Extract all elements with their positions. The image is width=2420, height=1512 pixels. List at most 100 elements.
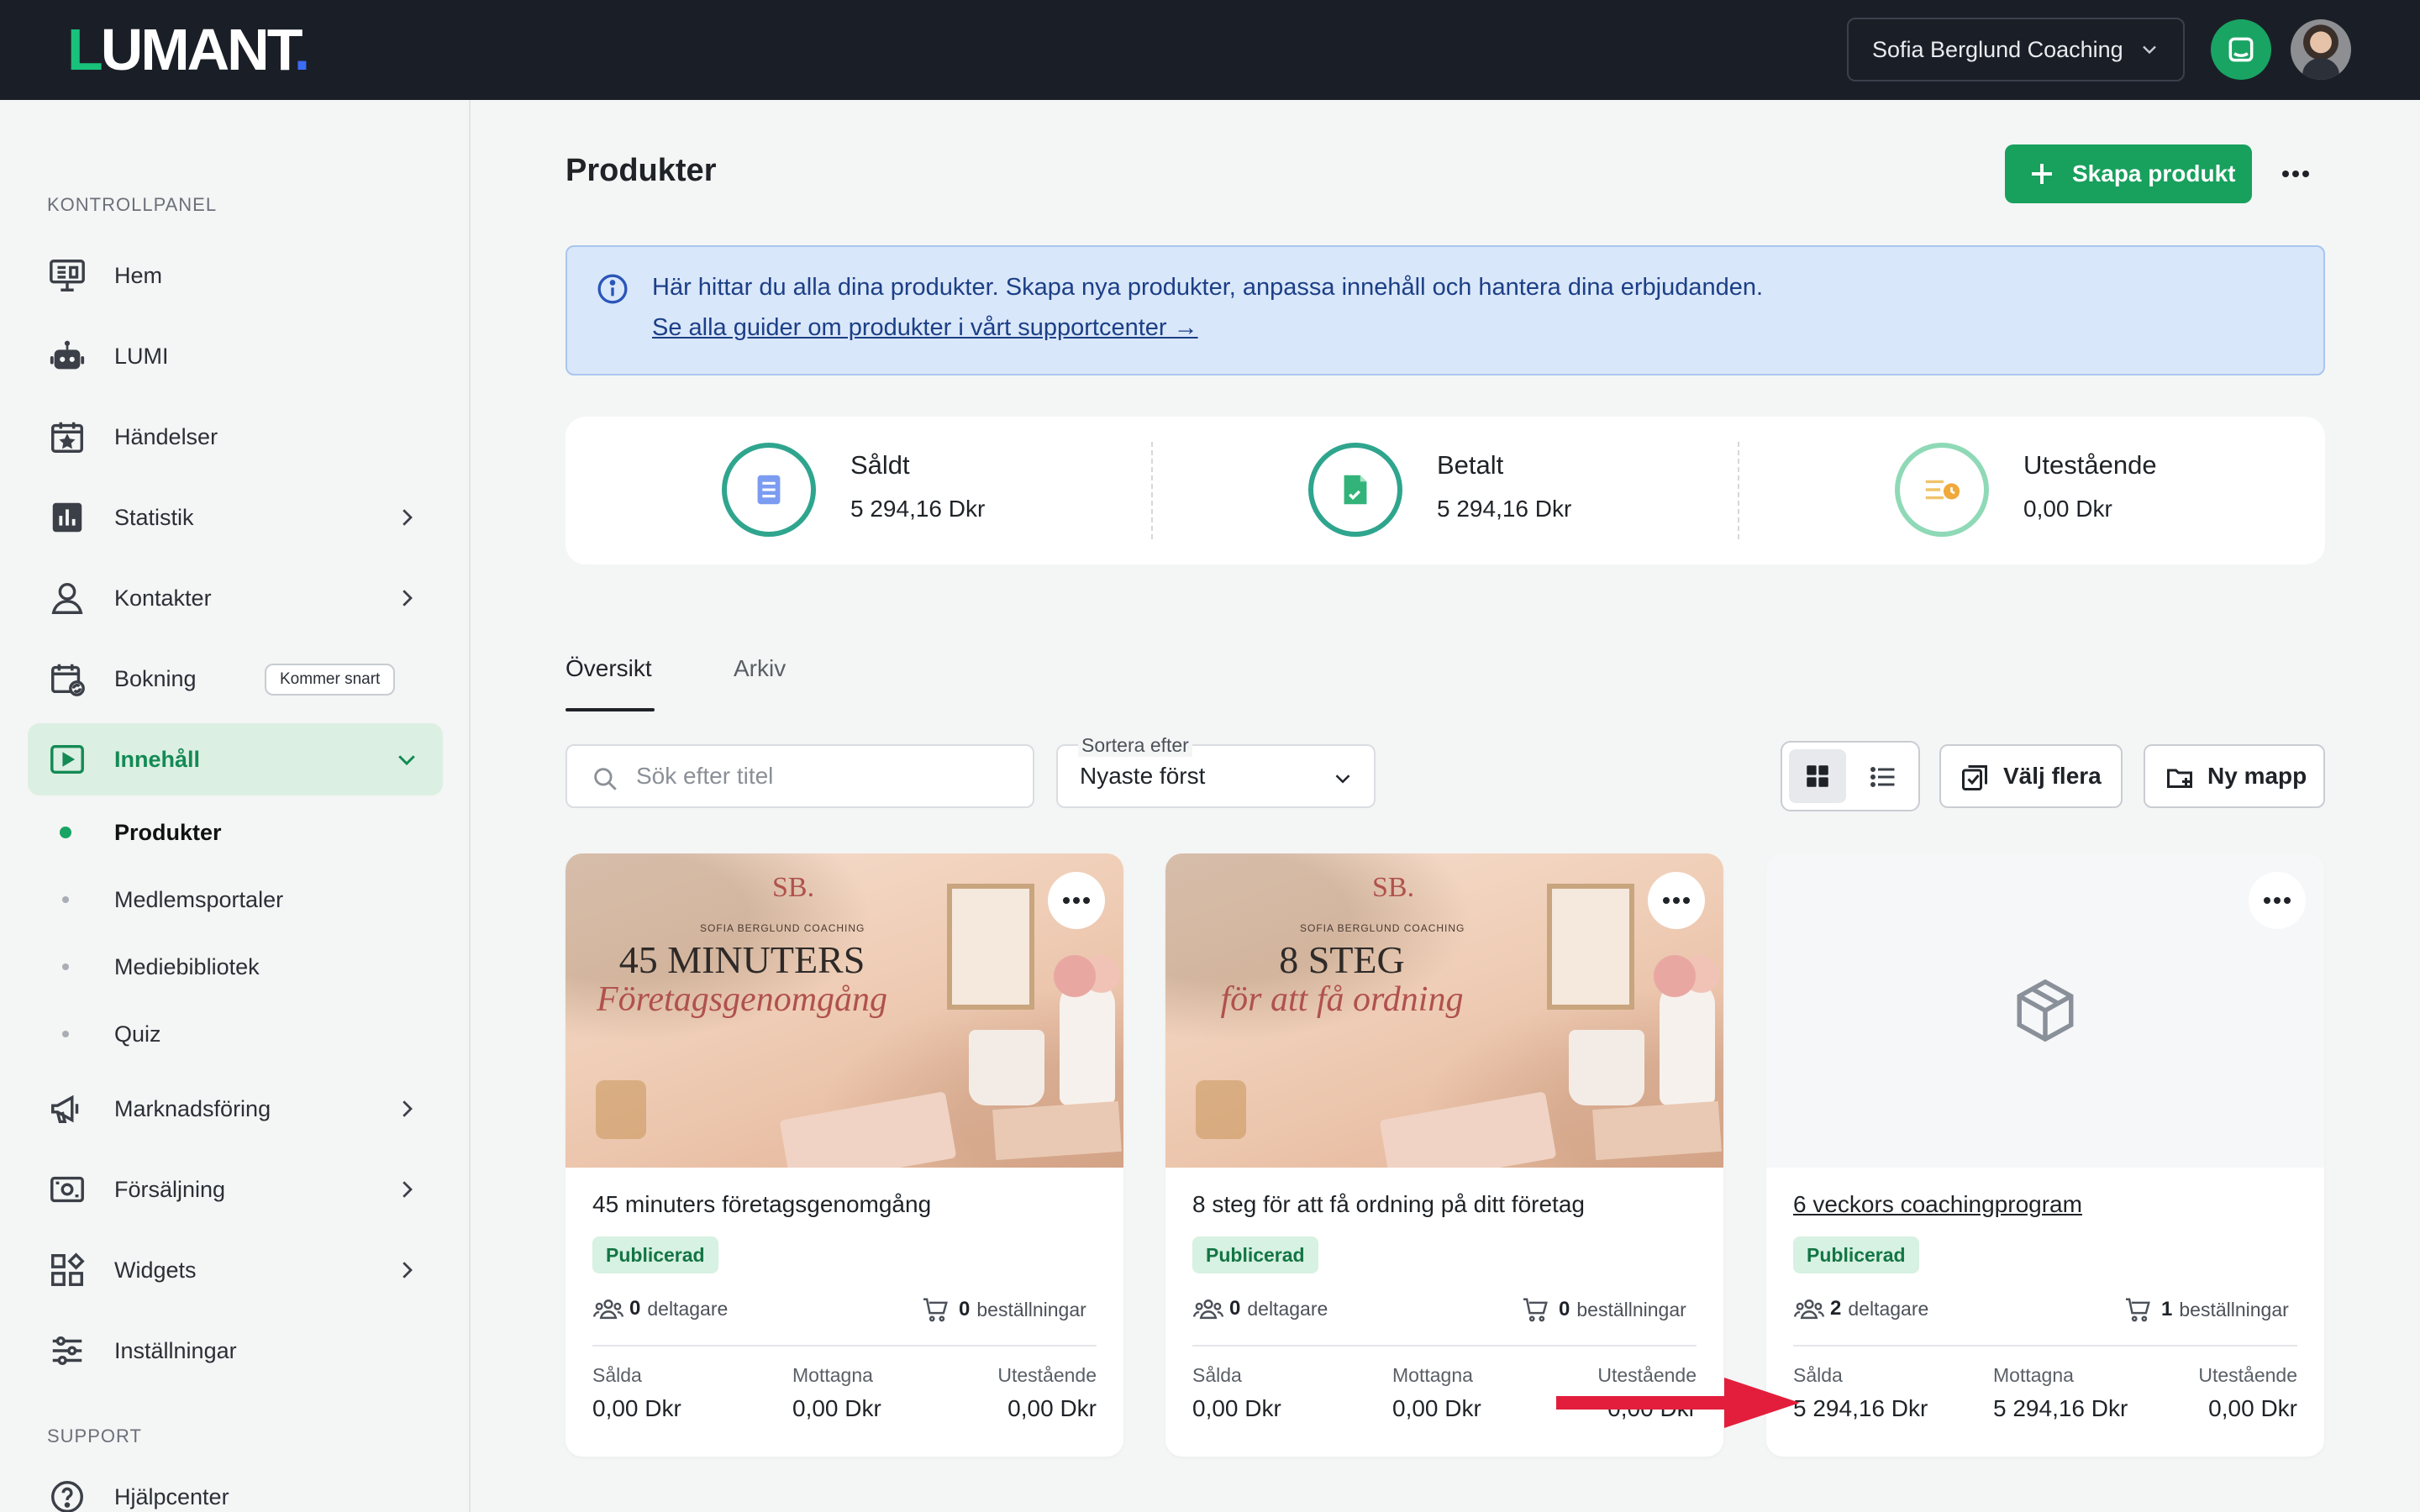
grid-view-button[interactable] [1789,749,1846,803]
sidebar-item-marketing[interactable]: Marknadsföring [28,1073,443,1145]
list-icon [1870,767,1895,787]
new-folder-button[interactable]: Ny mapp [2144,744,2325,808]
outstanding-column: Utestående0,00 Dkr [997,1364,1097,1421]
sliders-icon [52,1336,82,1366]
product-thumbnail [1766,853,2324,1168]
sort-caption: Sortera efter [1078,734,1192,757]
more-options-icon [1663,897,1690,904]
help-icon [51,1481,83,1512]
product-name[interactable]: 6 veckors coachingprogram [1793,1191,2082,1218]
sidebar-item-statistics[interactable]: Statistik [28,481,443,554]
sidebar-subitem-member-portals[interactable]: Medlemsportaler [62,874,432,925]
card-more-button[interactable] [1048,872,1105,929]
tab-archive[interactable]: Arkiv [734,655,786,682]
sidebar-subitem-quiz[interactable]: Quiz [62,1009,432,1059]
support-guides-link[interactable]: Se alla guider om produkter i vårt suppo… [652,314,1198,342]
product-name[interactable]: 8 steg för att få ordning på ditt företa… [1192,1191,1585,1218]
sidebar-item-sales[interactable]: Försäljning [28,1153,443,1226]
sidebar-item-events[interactable]: Händelser [28,401,443,473]
coming-soon-badge: Kommer snart [265,664,396,696]
view-toggle [1781,741,1920,811]
sort-select[interactable]: Sortera efter Nyaste först [1056,734,1376,808]
organization-select[interactable]: Sofia Berglund Coaching [1847,18,2185,81]
received-column: Mottagna 5 294,16 Dkr [1993,1364,2128,1421]
calendar-refresh-icon [51,664,85,696]
bullet-icon [62,1031,69,1037]
participants-count: 0 deltagare [1192,1297,1328,1320]
product-cover-image: SB. SOFIA BERGLUND COACHING 45 MINUTERS … [566,853,1123,1168]
status-badge: Publicerad [1192,1236,1318,1273]
sidebar-item-help-center[interactable]: Hjälpcenter [28,1461,443,1512]
sidebar-item-home[interactable]: Hem [28,239,443,312]
sidebar-item-content[interactable]: Innehåll [28,723,443,795]
participants-count: 0 deltagare [592,1297,728,1320]
plus-icon [2032,164,2052,184]
sort-value: Nyaste först [1080,763,1206,789]
chat-icon [2228,37,2254,62]
chevron-right-icon [402,590,413,606]
receipt-icon [757,475,781,505]
active-tab-indicator [566,708,655,711]
sidebar-item-booking[interactable]: Bokning Kommer snart [28,643,443,715]
lumant-logo[interactable]: LUMANT. [67,20,310,79]
paid-document-icon [1344,475,1367,505]
calendar-star-icon [51,422,83,453]
sold-column: Sålda 0,00 Dkr [592,1364,681,1421]
grid-icon [1807,765,1828,787]
select-multiple-button[interactable]: Välj flera [1939,744,2123,808]
stat-sold: Såldt 5 294,16 Dkr [566,417,1153,564]
cart-icon [1523,1298,1548,1322]
tab-overview[interactable]: Översikt [566,655,652,682]
status-badge: Publicerad [592,1236,718,1273]
bullet-icon [62,963,69,970]
annotation-arrow-icon [1556,1378,1800,1428]
create-product-button[interactable]: Skapa produkt [2005,144,2252,203]
robot-icon [50,340,85,370]
card-more-button[interactable] [1648,872,1705,929]
cash-icon [50,1176,84,1203]
top-bar: LUMANT. Sofia Berglund Coaching [0,0,2420,100]
sidebar-item-contacts[interactable]: Kontakter [28,562,443,634]
page-title: Produkter [566,153,717,188]
user-avatar[interactable] [2291,19,2351,80]
product-name[interactable]: 45 minuters företagsgenomgång [592,1191,931,1218]
search-input[interactable]: Sök efter titel [566,744,1034,808]
sidebar-item-widgets[interactable]: Widgets [28,1234,443,1306]
stats-panel: Såldt 5 294,16 Dkr Betalt 5 294,16 Dkr U… [566,417,2325,564]
placeholder-image [1766,853,2324,1168]
participants-count: 2 deltagare [1793,1297,1928,1320]
sidebar-item-settings[interactable]: Inställningar [28,1315,443,1387]
chevron-right-icon [402,1181,413,1198]
new-folder-icon [2167,769,2192,788]
monitor-icon [50,260,85,291]
chevron-down-icon [1335,774,1350,784]
multi-select-icon [1962,765,1987,790]
product-cover-image: SB. SOFIA BERGLUND COACHING 8 STEG för a… [1165,853,1723,1168]
cart-icon [923,1298,948,1322]
section-label-support: SUPPORT [47,1425,142,1446]
info-icon [597,274,628,304]
product-card[interactable]: SB. SOFIA BERGLUND COACHING 45 MINUTERS … [566,853,1123,1457]
sidebar: KONTROLLPANEL Hem LUMI Händelser Statist… [0,100,471,1512]
stat-outstanding: Utestående 0,00 Dkr [1739,417,2325,564]
product-card[interactable]: 6 veckors coachingprogram Publicerad 2 de… [1766,853,2324,1457]
stat-paid-badge [1308,443,1402,537]
outstanding-column: Utestående0,00 Dkr [2198,1364,2297,1421]
package-icon [2017,979,2074,1042]
sidebar-subitem-media-library[interactable]: Mediebibliotek [62,942,432,992]
sidebar-item-lumi[interactable]: LUMI [28,320,443,392]
search-placeholder: Sök efter titel [636,763,774,789]
more-options-icon[interactable] [2277,157,2314,191]
bar-chart-icon [52,502,82,533]
orders-count: 1 beställningar [2124,1297,2289,1322]
user-icon [51,582,83,614]
info-text: Här hittar du alla dina produkter. Skapa… [652,274,1764,301]
product-thumbnail: SB. SOFIA BERGLUND COACHING 45 MINUTERS … [566,853,1123,1168]
sidebar-subitem-products[interactable]: Produkter [60,807,432,858]
more-options-icon [1063,897,1090,904]
stat-sold-badge [722,443,816,537]
chat-button[interactable] [2211,19,2271,80]
card-more-button[interactable] [2249,872,2306,929]
chevron-down-icon [398,755,415,766]
product-card[interactable]: SB. SOFIA BERGLUND COACHING 8 STEG för a… [1165,853,1723,1457]
